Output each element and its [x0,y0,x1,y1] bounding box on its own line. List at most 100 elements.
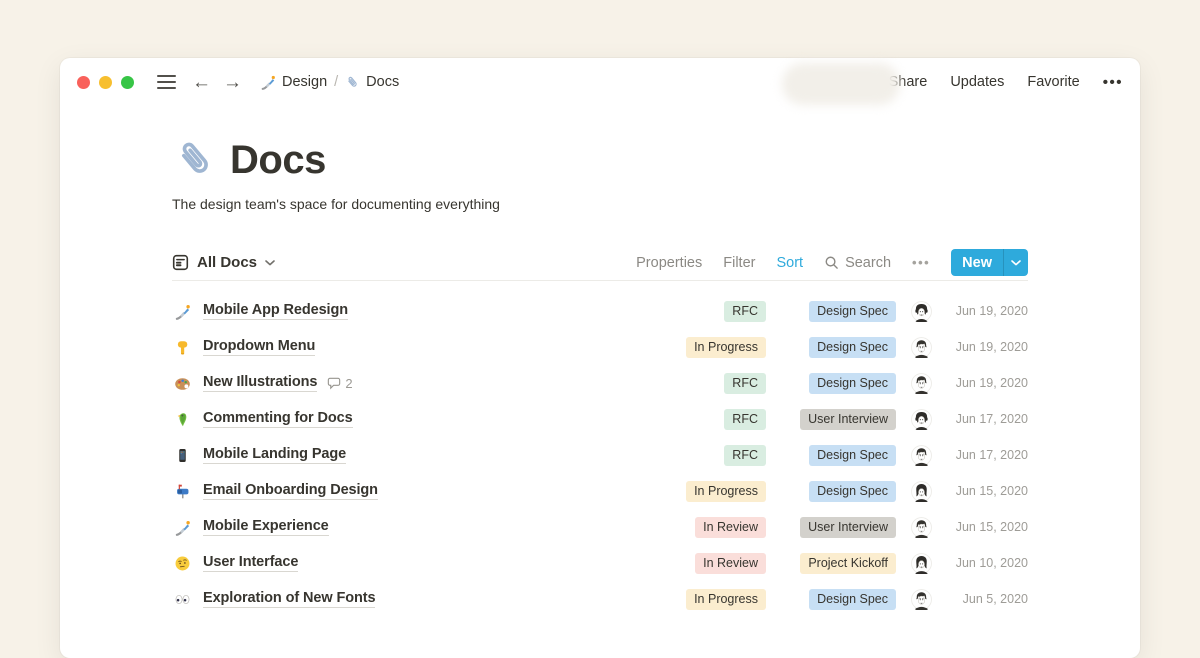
page-subtitle[interactable]: The design team's space for documenting … [172,196,1028,212]
raised-eyebrow-face-icon [172,555,192,572]
sort-button[interactable]: Sort [776,255,803,271]
toolbar-more-icon[interactable]: ••• [912,255,930,270]
page-title[interactable]: Docs [230,140,326,180]
favorite-button[interactable]: Favorite [1027,74,1079,90]
search-icon [824,255,839,270]
doc-title[interactable]: New Illustrations [203,374,317,392]
type-tag[interactable]: Design Spec [809,337,896,358]
avatar [911,553,932,574]
breadcrumb-label: Docs [366,74,399,90]
table-row[interactable]: Commenting for Docs RFC User Interview J… [172,401,1028,437]
table-row[interactable]: New Illustrations 2 RFC Design Spec Jun … [172,365,1028,401]
properties-button[interactable]: Properties [636,255,702,271]
type-tag[interactable]: Design Spec [809,373,896,394]
collection-toolbar: All Docs Properties Filter Sort Search •… [172,245,1028,281]
doc-title[interactable]: Commenting for Docs [203,410,353,428]
doc-title[interactable]: Mobile Landing Page [203,446,346,464]
table-row[interactable]: Mobile App Redesign RFC Design Spec Jun … [172,293,1028,329]
table-row[interactable]: Mobile Landing Page RFC Design Spec Jun … [172,437,1028,473]
more-options-icon[interactable]: ••• [1103,74,1123,91]
search-label: Search [845,255,891,271]
docs-list: Mobile App Redesign RFC Design Spec Jun … [172,293,1028,617]
chevron-down-icon [1011,260,1021,266]
sidebar-menu-icon[interactable] [157,75,176,89]
window-topbar: ← → Design / Docs Share Updates Favorite… [60,58,1140,106]
avatar [911,409,932,430]
parrot-icon [172,411,192,428]
new-button-label[interactable]: New [951,249,1003,276]
edited-date: Jun 17, 2020 [940,412,1028,426]
forward-arrow-icon[interactable]: → [223,73,242,92]
list-view-icon [172,254,189,271]
table-row[interactable]: User Interface In Review Project Kickoff… [172,545,1028,581]
avatar [911,445,932,466]
status-tag[interactable]: In Progress [686,481,766,502]
minimize-window-button[interactable] [99,76,112,89]
edited-date: Jun 5, 2020 [940,592,1028,606]
type-tag[interactable]: User Interview [800,409,896,430]
doc-title[interactable]: Dropdown Menu [203,338,315,356]
back-arrow-icon[interactable]: ← [192,73,211,92]
edited-date: Jun 19, 2020 [940,340,1028,354]
paperclip-icon[interactable] [172,137,218,183]
breadcrumb: Design / Docs [260,74,399,90]
breadcrumb-item-design[interactable]: Design [260,74,327,90]
table-row[interactable]: Exploration of New Fonts In Progress Des… [172,581,1028,617]
comment-count-value: 2 [345,376,352,391]
paintbrush-icon [172,519,192,536]
edited-date: Jun 19, 2020 [940,304,1028,318]
avatar [911,373,932,394]
status-tag[interactable]: In Review [695,553,766,574]
doc-title[interactable]: User Interface [203,554,298,572]
type-tag[interactable]: Design Spec [809,445,896,466]
point-down-icon [172,339,192,356]
blurred-element [782,63,900,105]
doc-title[interactable]: Exploration of New Fonts [203,590,375,608]
palette-icon [172,375,192,392]
edited-date: Jun 15, 2020 [940,520,1028,534]
notion-window: ← → Design / Docs Share Updates Favorite… [60,58,1140,658]
zoom-window-button[interactable] [121,76,134,89]
avatar [911,337,932,358]
search-button[interactable]: Search [824,255,891,271]
view-switcher[interactable]: All Docs [172,254,275,271]
status-tag[interactable]: RFC [724,373,766,394]
breadcrumb-item-docs[interactable]: Docs [345,74,399,90]
breadcrumb-label: Design [282,74,327,90]
edited-date: Jun 19, 2020 [940,376,1028,390]
status-tag[interactable]: RFC [724,409,766,430]
breadcrumb-separator: / [334,74,338,90]
table-row[interactable]: Mobile Experience In Review User Intervi… [172,509,1028,545]
doc-title[interactable]: Mobile App Redesign [203,302,348,320]
filter-button[interactable]: Filter [723,255,755,271]
close-window-button[interactable] [77,76,90,89]
eyes-icon [172,591,192,608]
new-button-dropdown[interactable] [1003,249,1028,276]
avatar [911,301,932,322]
comment-count[interactable]: 2 [327,376,352,391]
doc-title[interactable]: Email Onboarding Design [203,482,378,500]
type-tag[interactable]: Design Spec [809,481,896,502]
type-tag[interactable]: User Interview [800,517,896,538]
status-tag[interactable]: RFC [724,445,766,466]
type-tag[interactable]: Design Spec [809,301,896,322]
view-label: All Docs [197,254,257,271]
avatar [911,589,932,610]
comment-bubble-icon [327,377,341,390]
table-row[interactable]: Email Onboarding Design In Progress Desi… [172,473,1028,509]
doc-title[interactable]: Mobile Experience [203,518,329,536]
status-tag[interactable]: RFC [724,301,766,322]
updates-button[interactable]: Updates [950,74,1004,90]
avatar [911,517,932,538]
type-tag[interactable]: Project Kickoff [800,553,896,574]
new-button[interactable]: New [951,249,1028,276]
status-tag[interactable]: In Progress [686,337,766,358]
table-row[interactable]: Dropdown Menu In Progress Design Spec Ju… [172,329,1028,365]
type-tag[interactable]: Design Spec [809,589,896,610]
edited-date: Jun 15, 2020 [940,484,1028,498]
mailbox-icon [172,483,192,500]
status-tag[interactable]: In Review [695,517,766,538]
mobile-phone-icon [172,447,192,464]
avatar [911,481,932,502]
status-tag[interactable]: In Progress [686,589,766,610]
